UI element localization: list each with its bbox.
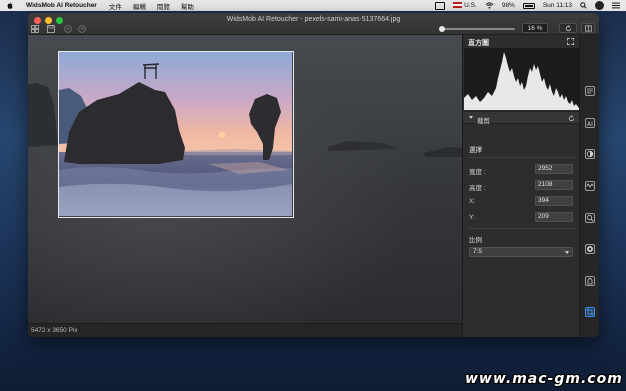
menu-edit[interactable]: 編輯 bbox=[133, 1, 146, 11]
save-icon[interactable] bbox=[47, 25, 55, 33]
title-bar: WidsMob AI Retoucher - pexels-sami-anas-… bbox=[28, 13, 599, 35]
image-canvas[interactable] bbox=[28, 35, 462, 323]
wifi-icon[interactable] bbox=[485, 2, 494, 9]
zoom-slider[interactable] bbox=[439, 26, 515, 32]
menubar-clock[interactable]: Sun 11:13 bbox=[543, 2, 572, 9]
tool-rail: AI bbox=[579, 35, 599, 337]
us-flag-icon bbox=[453, 2, 463, 9]
status-bar: 5472 x 3650 Pix bbox=[28, 323, 462, 337]
control-center-icon[interactable] bbox=[612, 2, 620, 9]
histogram-tool-icon[interactable] bbox=[585, 86, 595, 96]
retouch-tool-icon[interactable] bbox=[585, 276, 595, 286]
selection-label: 選擇 bbox=[469, 147, 482, 154]
screen-control-icon[interactable] bbox=[435, 1, 446, 10]
adjustment-panel: 直方圖 裁剪 選擇 寬度 : 2952 高度 : 2108 X: 394 Y: … bbox=[462, 35, 580, 337]
app-menu[interactable]: WidsMob AI Retoucher bbox=[26, 2, 97, 9]
expand-icon[interactable] bbox=[567, 38, 574, 45]
noise-tool-icon[interactable] bbox=[585, 181, 595, 191]
histogram-graph bbox=[464, 52, 579, 110]
width-field[interactable]: 2952 bbox=[535, 164, 573, 174]
crop-section-title: 裁剪 bbox=[477, 118, 490, 125]
height-label: 高度 : bbox=[469, 185, 486, 192]
input-source-menu[interactable]: U.S. bbox=[453, 2, 477, 9]
zoom-slider-knob[interactable] bbox=[439, 26, 445, 32]
menu-bar: WidsMob AI Retoucher 文件 編輯 閱覽 幫助 U.S. 98… bbox=[0, 0, 626, 11]
collapse-triangle-icon[interactable] bbox=[469, 116, 473, 119]
zoom-tool-icon[interactable] bbox=[585, 213, 595, 223]
y-label: Y: bbox=[469, 214, 475, 221]
image-dimensions: 5472 x 3650 Pix bbox=[31, 327, 78, 334]
crop-section-header[interactable]: 裁剪 bbox=[463, 111, 580, 125]
battery-percent: 98% bbox=[501, 2, 515, 9]
y-field[interactable]: 209 bbox=[535, 212, 573, 222]
x-label: X: bbox=[469, 198, 476, 205]
histogram bbox=[464, 48, 579, 110]
menubar-status-area: U.S. 98% Sun 11:13 bbox=[435, 1, 620, 10]
height-field[interactable]: 2108 bbox=[535, 180, 573, 190]
width-label: 寬度 : bbox=[469, 169, 486, 176]
zoom-level-field[interactable]: 16 % bbox=[522, 23, 548, 33]
compare-icon bbox=[584, 25, 592, 32]
menu-view[interactable]: 閱覽 bbox=[157, 1, 170, 11]
apple-icon[interactable] bbox=[6, 1, 14, 10]
search-icon[interactable] bbox=[580, 2, 587, 9]
reset-icon[interactable] bbox=[568, 115, 575, 122]
battery-icon[interactable] bbox=[522, 2, 535, 9]
menu-help[interactable]: 幫助 bbox=[181, 1, 194, 11]
rotate-icon bbox=[565, 25, 571, 32]
portrait-tool-icon[interactable] bbox=[585, 149, 595, 159]
histogram-title: 直方圖 bbox=[468, 40, 489, 47]
window-title: WidsMob AI Retoucher - pexels-sami-anas-… bbox=[226, 16, 401, 23]
crop-selection[interactable] bbox=[58, 51, 294, 218]
ratio-value: 7:5 bbox=[473, 248, 483, 255]
svg-text:AI: AI bbox=[587, 121, 593, 127]
crop-tool-icon[interactable] bbox=[585, 307, 595, 317]
undo-icon[interactable] bbox=[64, 25, 72, 33]
chevron-down-icon bbox=[565, 251, 569, 254]
browser-grid-icon[interactable] bbox=[31, 25, 39, 33]
x-field[interactable]: 394 bbox=[535, 196, 573, 206]
photo-preview bbox=[59, 52, 292, 216]
ai-tool-icon[interactable]: AI bbox=[585, 118, 595, 128]
watermark: www.mac-gm.com bbox=[465, 371, 623, 387]
user-avatar[interactable] bbox=[595, 1, 604, 10]
redo-icon[interactable] bbox=[78, 25, 86, 33]
color-tool-icon[interactable] bbox=[585, 244, 595, 254]
rotate-button[interactable] bbox=[559, 23, 577, 33]
compare-button[interactable] bbox=[581, 23, 595, 33]
menu-file[interactable]: 文件 bbox=[109, 1, 122, 11]
ratio-select[interactable]: 7:5 bbox=[469, 247, 573, 257]
divider bbox=[468, 157, 575, 158]
divider bbox=[468, 228, 575, 229]
ratio-label: 比例 bbox=[469, 237, 482, 244]
app-window: WidsMob AI Retoucher - pexels-sami-anas-… bbox=[28, 13, 599, 337]
